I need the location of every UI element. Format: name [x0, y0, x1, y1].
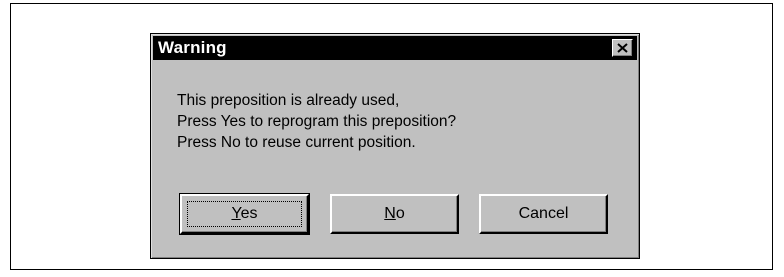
message-line: Press No to reuse current position. [177, 134, 416, 151]
close-icon [617, 43, 628, 53]
title-bar[interactable]: Warning [153, 36, 637, 60]
no-button-label: No [384, 205, 405, 222]
yes-button-label: Yes [231, 205, 258, 222]
message-line: Press Yes to reprogram this preposition? [177, 113, 457, 130]
dialog-title: Warning [158, 38, 227, 57]
cancel-button[interactable]: Cancel [479, 194, 608, 234]
warning-dialog: Warning This preposition is already used… [150, 33, 640, 259]
cancel-button-label: Cancel [518, 205, 569, 222]
yes-button[interactable]: Yes [179, 193, 310, 235]
no-button[interactable]: No [330, 194, 459, 234]
dialog-message: This preposition is already used, Press … [177, 90, 456, 153]
message-line: This preposition is already used, [177, 92, 400, 109]
close-button[interactable] [612, 39, 633, 57]
